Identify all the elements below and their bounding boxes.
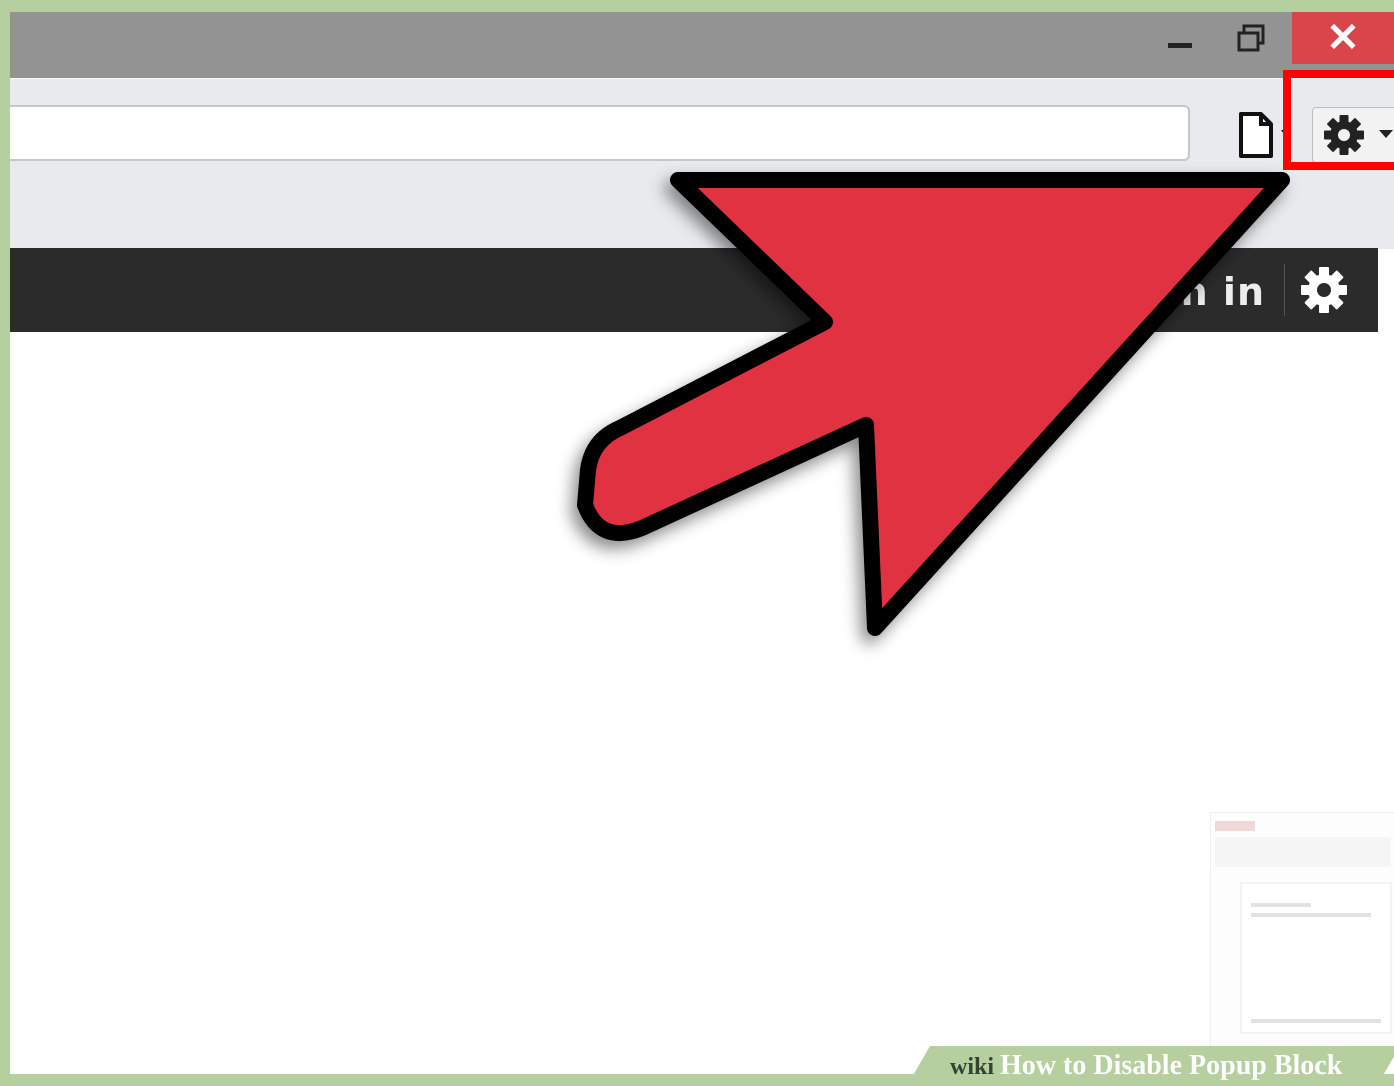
restore-button[interactable]: [1220, 12, 1282, 64]
page-toolbar: gn in: [10, 248, 1378, 332]
title-bar: ✕: [10, 12, 1394, 78]
navigation-bar: [10, 78, 1394, 249]
address-bar[interactable]: [10, 105, 1190, 161]
watermark-wiki: wiki: [950, 1054, 995, 1080]
settings-button[interactable]: [1298, 264, 1350, 316]
gear-icon: [1301, 267, 1347, 313]
browser-window: ✕ gn in: [10, 12, 1394, 1074]
highlight-box: [1283, 70, 1394, 170]
watermark-title: How to Disable Popup Block: [1000, 1050, 1343, 1081]
restore-icon: [1237, 24, 1265, 52]
close-icon: ✕: [1326, 16, 1360, 60]
watermark-text: wiki How to Disable Popup Block: [950, 1050, 1342, 1082]
faded-thumbnail: [1210, 812, 1394, 1054]
close-button[interactable]: ✕: [1292, 12, 1394, 64]
minimize-button[interactable]: [1150, 12, 1210, 64]
toolbar-divider: [1284, 264, 1285, 316]
minimize-icon: [1168, 42, 1192, 48]
page-content: [10, 332, 1394, 1074]
sign-in-link[interactable]: gn in: [1152, 270, 1265, 314]
